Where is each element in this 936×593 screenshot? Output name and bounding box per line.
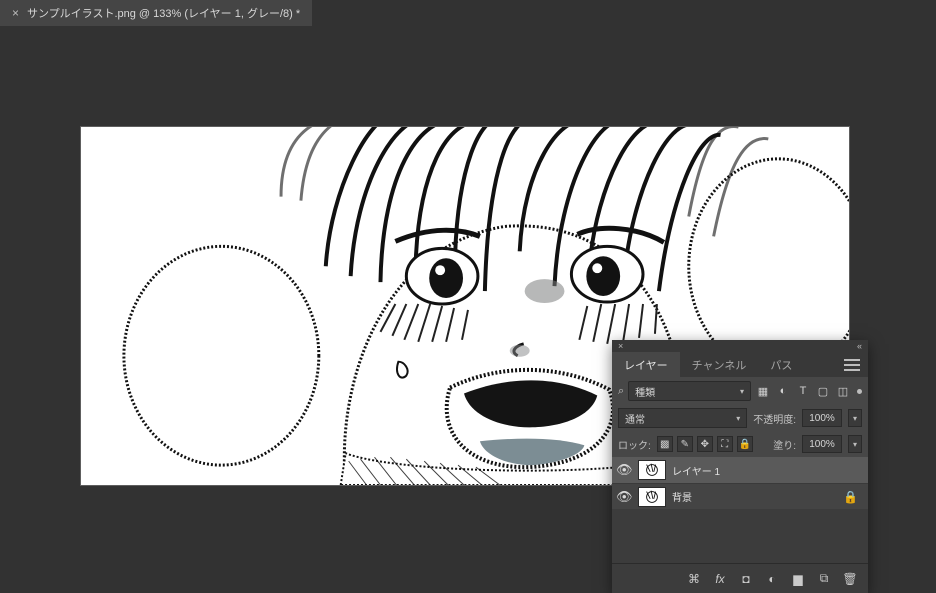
opacity-dropdown-icon[interactable]: ▾: [848, 409, 862, 427]
lock-row: ロック: ▩ ✎ ✥ ⛶ 🔒 塗り: 100% ▾: [612, 431, 868, 457]
tab-paths[interactable]: パス: [758, 352, 804, 377]
visibility-icon[interactable]: 👁: [616, 489, 632, 505]
chevron-down-icon: ▾: [736, 414, 740, 423]
chevron-down-icon: ▾: [740, 387, 744, 396]
layer-filter-row: ⌕ 種類 ▾ ▦ ◐ T ▢ ◫: [612, 377, 868, 405]
layer-name[interactable]: レイヤー 1: [672, 463, 864, 478]
filter-pixel-icon[interactable]: ▦: [755, 383, 771, 399]
lock-label: ロック:: [618, 437, 651, 452]
search-icon: ⌕: [618, 385, 624, 398]
blend-mode-select[interactable]: 通常 ▾: [618, 408, 747, 428]
lock-icon: 🔒: [843, 490, 858, 504]
opacity-value[interactable]: 100%: [802, 409, 842, 427]
layer-item[interactable]: 👁 レイヤー 1: [612, 457, 868, 483]
new-layer-icon[interactable]: ⧉: [816, 571, 832, 587]
layers-panel: × « レイヤー チャンネル パス ⌕ 種類 ▾ ▦ ◐ T ▢ ◫: [612, 340, 868, 593]
blend-mode-label: 通常: [625, 411, 645, 426]
filter-toggle-icon[interactable]: [857, 389, 862, 394]
filter-type-icon[interactable]: T: [795, 383, 811, 399]
lock-all-icon[interactable]: 🔒: [737, 436, 753, 452]
layers-empty-area: [612, 509, 868, 563]
filter-icons: ▦ ◐ T ▢ ◫: [755, 383, 862, 399]
filter-shape-icon[interactable]: ▢: [815, 383, 831, 399]
blend-row: 通常 ▾ 不透明度: 100% ▾: [612, 405, 868, 431]
layer-kind-label: 種類: [635, 384, 655, 399]
lock-pixels-icon[interactable]: ✎: [677, 436, 693, 452]
adjustment-layer-icon[interactable]: ◐: [764, 571, 780, 587]
fill-value[interactable]: 100%: [802, 435, 842, 453]
panel-close-icon[interactable]: ×: [618, 341, 623, 351]
filter-adjust-icon[interactable]: ◐: [775, 383, 791, 399]
close-tab-icon[interactable]: ×: [12, 6, 19, 20]
fill-label: 塗り:: [773, 437, 796, 452]
delete-layer-icon[interactable]: 🗑: [842, 571, 858, 587]
panel-collapse-icon[interactable]: «: [857, 341, 862, 351]
layer-thumbnail[interactable]: [638, 487, 666, 507]
document-tab-title: サンプルイラスト.png @ 133% (レイヤー 1, グレー/8) *: [27, 5, 300, 21]
lock-position-icon[interactable]: ✥: [697, 436, 713, 452]
layer-fx-icon[interactable]: fx: [712, 571, 728, 587]
link-layers-icon[interactable]: ⌘: [686, 571, 702, 587]
filter-smart-icon[interactable]: ◫: [835, 383, 851, 399]
visibility-icon[interactable]: 👁: [616, 462, 632, 478]
tab-layers[interactable]: レイヤー: [612, 352, 680, 377]
opacity-label: 不透明度:: [753, 411, 796, 426]
layer-kind-select[interactable]: 種類 ▾: [628, 381, 751, 401]
layers-list: 👁 レイヤー 1 👁 背景 🔒: [612, 457, 868, 509]
add-mask-icon[interactable]: ◘: [738, 571, 754, 587]
tab-channels[interactable]: チャンネル: [680, 352, 759, 377]
fill-dropdown-icon[interactable]: ▾: [848, 435, 862, 453]
document-tab[interactable]: × サンプルイラスト.png @ 133% (レイヤー 1, グレー/8) *: [0, 0, 312, 26]
layer-name[interactable]: 背景: [672, 489, 837, 504]
document-tab-bar: × サンプルイラスト.png @ 133% (レイヤー 1, グレー/8) *: [0, 0, 936, 26]
panel-dragbar[interactable]: × «: [612, 340, 868, 352]
workspace: × « レイヤー チャンネル パス ⌕ 種類 ▾ ▦ ◐ T ▢ ◫: [0, 26, 936, 589]
layer-thumbnail[interactable]: [638, 460, 666, 480]
group-layers-icon[interactable]: ▆: [790, 571, 806, 587]
panel-menu-icon[interactable]: [844, 359, 860, 371]
lock-transparent-icon[interactable]: ▩: [657, 436, 673, 452]
lock-icons: ▩ ✎ ✥ ⛶ 🔒: [657, 436, 753, 452]
lock-artboard-icon[interactable]: ⛶: [717, 436, 733, 452]
layer-item[interactable]: 👁 背景 🔒: [612, 483, 868, 509]
panel-tabs: レイヤー チャンネル パス: [612, 352, 868, 377]
